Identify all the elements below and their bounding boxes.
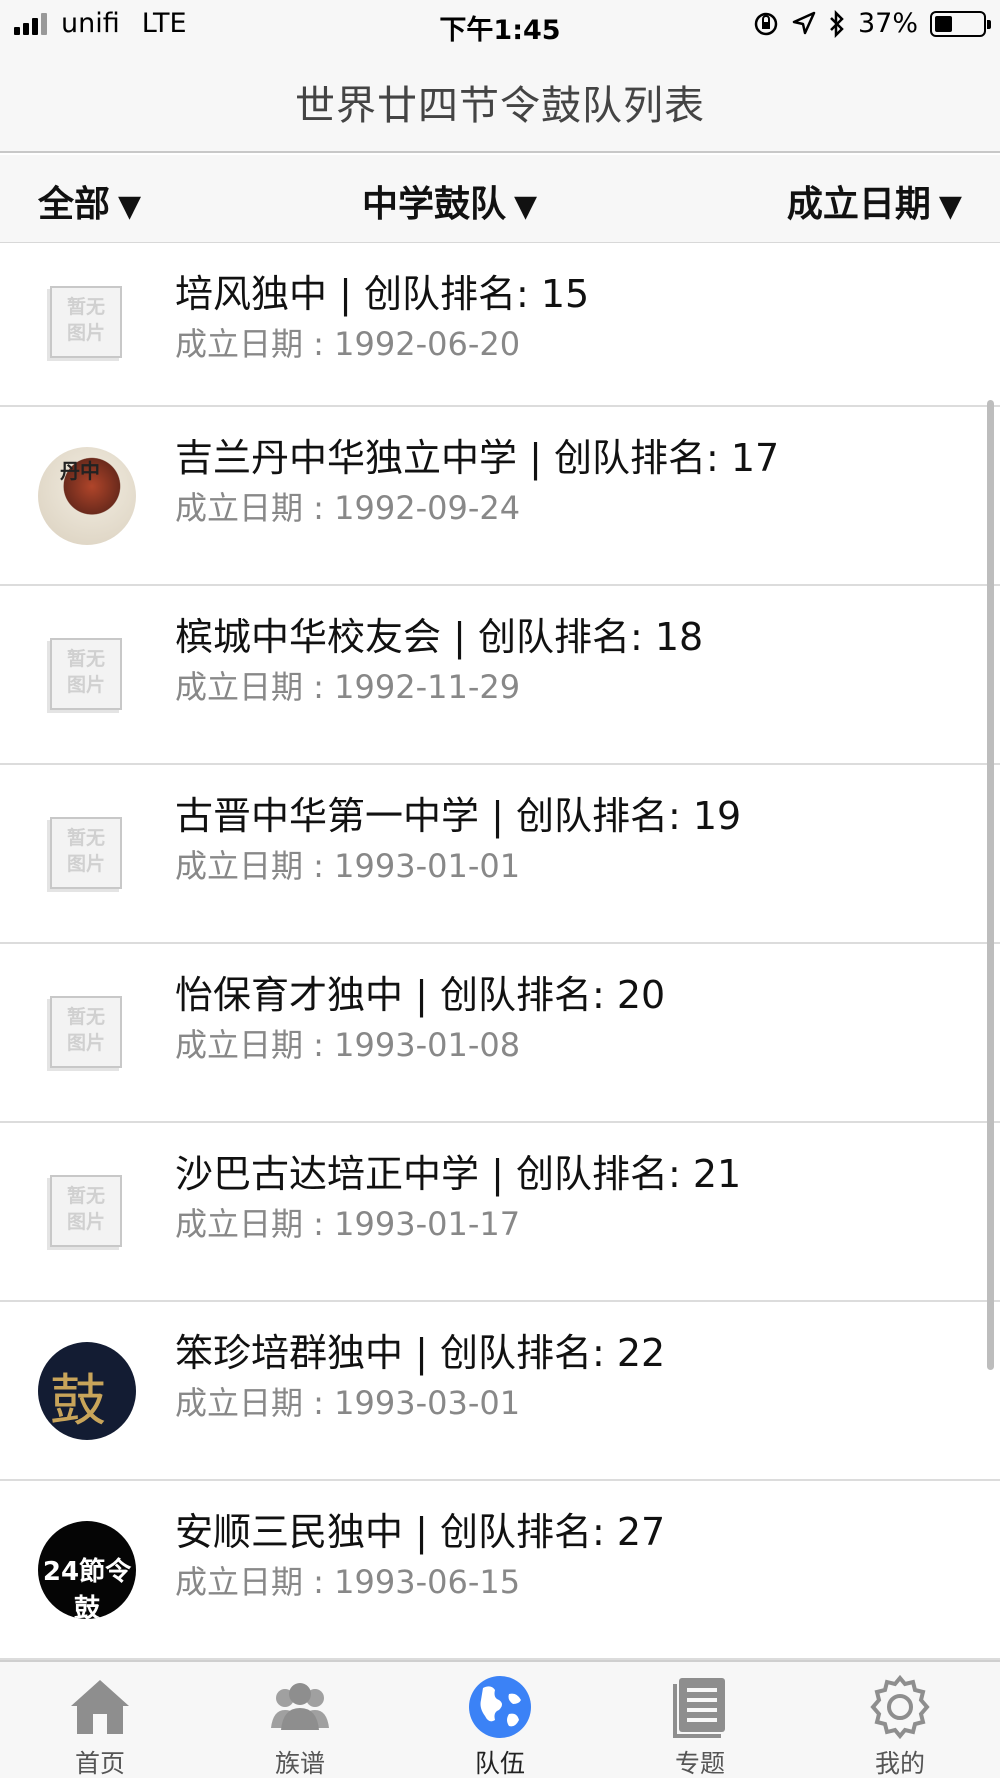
tab-mine[interactable]: 我的 xyxy=(800,1662,1000,1778)
team-avatar: 24節令鼓 xyxy=(38,1521,136,1619)
tab-topics-label: 专题 xyxy=(674,1749,725,1778)
team-founded-date: 成立日期 : 1993-06-15 xyxy=(175,1563,521,1601)
page-title: 世界廿四节令鼓队列表 xyxy=(295,82,705,129)
tab-mine-label: 我的 xyxy=(874,1749,925,1778)
dropdown-arrow-icon: ▼ xyxy=(938,189,962,224)
tab-genealogy-label: 族谱 xyxy=(274,1749,325,1778)
gear-icon xyxy=(870,1674,930,1740)
team-name: 安顺三民独中 | 创队排名: 27 xyxy=(175,1510,666,1554)
tab-home[interactable]: 首页 xyxy=(0,1662,200,1778)
tab-genealogy[interactable]: 族谱 xyxy=(200,1662,400,1778)
people-icon xyxy=(271,1683,329,1730)
team-name: 槟城中华校友会 | 创队排名: 18 xyxy=(175,615,704,659)
no-image-placeholder-icon: 暂无 图片 xyxy=(38,274,136,372)
filter-bar: 全部 ▼ 中学鼓队 ▼ 成立日期 ▼ xyxy=(0,155,1000,243)
team-avatar: 丹中 xyxy=(38,447,136,545)
list-item[interactable]: 暂无 图片 沙巴古达培正中学 | 创队排名: 21 成立日期 : 1993-01-… xyxy=(0,1123,1000,1302)
filter-category-label: 中学鼓队 xyxy=(362,184,507,225)
list-item[interactable]: 丹中 吉兰丹中华独立中学 | 创队排名: 17 成立日期 : 1992-09-2… xyxy=(0,407,1000,586)
status-bar: unifi LTE 下午1:45 37% xyxy=(0,0,1000,52)
no-image-placeholder-icon: 暂无 图片 xyxy=(38,1163,136,1261)
filter-region-dropdown[interactable]: 全部 ▼ xyxy=(38,175,141,227)
status-right: 37% xyxy=(752,8,991,39)
team-name: 笨珍培群独中 | 创队排名: 22 xyxy=(175,1331,666,1375)
battery-icon xyxy=(930,10,991,37)
no-image-placeholder-icon: 暂无 图片 xyxy=(38,984,136,1082)
team-name: 怡保育才独中 | 创队排名: 20 xyxy=(175,973,666,1017)
home-icon xyxy=(71,1680,129,1734)
bluetooth-icon xyxy=(830,9,844,38)
list-item[interactable]: 鼓 笨珍培群独中 | 创队排名: 22 成立日期 : 1993-03-01 xyxy=(0,1302,1000,1481)
team-name: 吉兰丹中华独立中学 | 创队排名: 17 xyxy=(175,436,780,480)
location-icon xyxy=(792,11,816,34)
dropdown-arrow-icon: ▼ xyxy=(118,189,142,224)
team-founded-date: 成立日期 : 1992-06-20 xyxy=(175,325,521,363)
orientation-lock-icon xyxy=(754,12,778,35)
list-item[interactable]: 暂无 图片 古晋中华第一中学 | 创队排名: 19 成立日期 : 1993-01-… xyxy=(0,765,1000,944)
tab-teams-label: 队伍 xyxy=(474,1749,525,1778)
team-name: 培风独中 | 创队排名: 15 xyxy=(175,272,590,316)
team-name: 沙巴古达培正中学 | 创队排名: 21 xyxy=(175,1152,742,1196)
team-list: 暂无 图片 培风独中 | 创队排名: 15 成立日期 : 1992-06-20 丹… xyxy=(0,243,1000,1660)
team-founded-date: 成立日期 : 1993-01-01 xyxy=(175,847,521,885)
filter-sort-dropdown[interactable]: 成立日期 ▼ xyxy=(787,175,962,227)
filter-sort-label: 成立日期 xyxy=(786,184,931,225)
no-image-placeholder-icon: 暂无 图片 xyxy=(38,805,136,903)
navigation-bar: 世界廿四节令鼓队列表 xyxy=(0,52,1000,153)
tab-topics[interactable]: 专题 xyxy=(600,1662,800,1778)
tab-bar: 首页 族谱 队伍 专题 我的 xyxy=(0,1660,1000,1778)
globe-icon xyxy=(469,1676,531,1738)
team-founded-date: 成立日期 : 1992-09-24 xyxy=(175,489,521,527)
no-image-placeholder-icon: 暂无 图片 xyxy=(38,626,136,724)
battery-percent: 37% xyxy=(857,8,918,39)
document-icon xyxy=(673,1678,725,1738)
list-item[interactable]: 24節令鼓 安顺三民独中 | 创队排名: 27 成立日期 : 1993-06-1… xyxy=(0,1481,1000,1660)
scrollbar[interactable] xyxy=(987,400,994,1370)
dropdown-arrow-icon: ▼ xyxy=(514,189,538,224)
filter-category-dropdown[interactable]: 中学鼓队 ▼ xyxy=(362,175,537,227)
team-founded-date: 成立日期 : 1993-01-08 xyxy=(175,1026,521,1064)
team-name: 古晋中华第一中学 | 创队排名: 19 xyxy=(175,794,742,838)
team-founded-date: 成立日期 : 1993-03-01 xyxy=(175,1384,521,1422)
list-item[interactable]: 暂无 图片 怡保育才独中 | 创队排名: 20 成立日期 : 1993-01-08 xyxy=(0,944,1000,1123)
team-avatar: 鼓 xyxy=(38,1342,136,1440)
tab-teams[interactable]: 队伍 xyxy=(400,1662,600,1778)
filter-region-label: 全部 xyxy=(38,184,111,225)
tab-home-label: 首页 xyxy=(74,1749,125,1778)
list-item[interactable]: 暂无 图片 槟城中华校友会 | 创队排名: 18 成立日期 : 1992-11-2… xyxy=(0,586,1000,765)
team-founded-date: 成立日期 : 1992-11-29 xyxy=(175,668,521,706)
list-item[interactable]: 暂无 图片 培风独中 | 创队排名: 15 成立日期 : 1992-06-20 xyxy=(0,243,1000,407)
team-founded-date: 成立日期 : 1993-01-17 xyxy=(175,1205,521,1243)
